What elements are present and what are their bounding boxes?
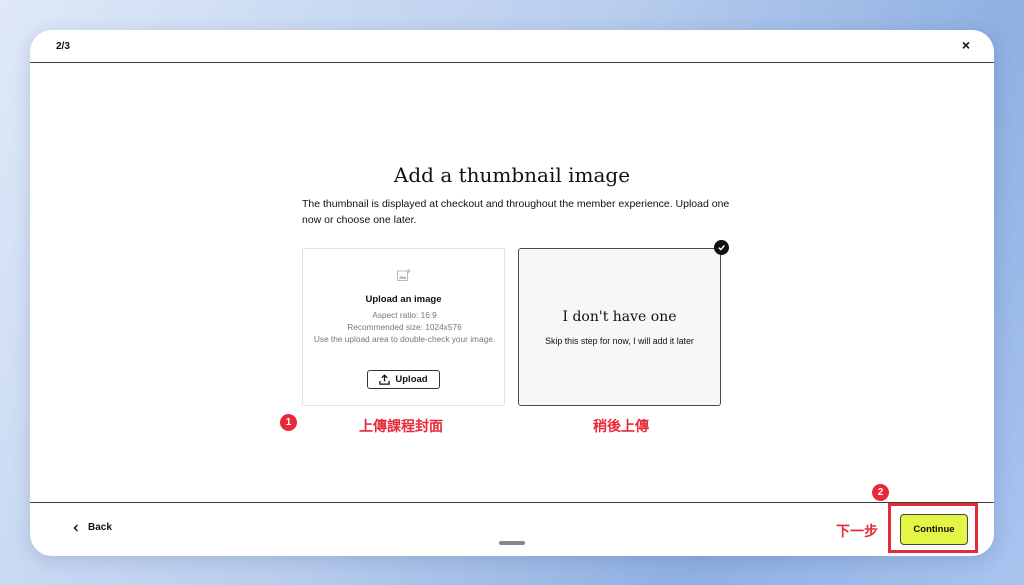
no-thumbnail-card[interactable]: I don't have one Skip this step for now,…: [518, 248, 721, 406]
step-indicator: 2/3: [56, 41, 70, 52]
image-icon: [397, 269, 411, 281]
upload-button[interactable]: Upload: [367, 370, 440, 389]
modal-header: 2/3 ×: [30, 30, 994, 63]
annotation-badge-1: 1: [280, 414, 297, 431]
page-description: The thumbnail is displayed at checkout a…: [302, 198, 730, 226]
no-thumbnail-subtitle: Skip this step for now, I will add it la…: [545, 336, 694, 346]
annotation-next-step: 下一步: [836, 523, 878, 539]
upload-hint-text: Use the upload area to double-check your…: [313, 334, 496, 344]
annotation-upload-later: 稍後上傳: [593, 418, 649, 434]
scroll-handle[interactable]: [499, 541, 525, 545]
upload-image-card[interactable]: Upload an image Aspect ratio: 16:9 Recom…: [302, 248, 505, 406]
page-title: Add a thumbnail image: [393, 163, 631, 187]
upload-icon: [379, 374, 391, 385]
back-button[interactable]: Back: [72, 522, 112, 533]
upload-card-title: Upload an image: [365, 294, 442, 305]
upload-button-label: Upload: [395, 374, 428, 385]
annotation-badge-2: 2: [872, 484, 889, 501]
no-thumbnail-title: I don't have one: [562, 309, 677, 325]
chevron-left-icon: [73, 524, 78, 531]
continue-highlight-box: [888, 503, 978, 553]
checkmark-icon: [714, 240, 729, 255]
close-icon[interactable]: ×: [962, 37, 970, 53]
footer-divider: [30, 502, 994, 503]
recommended-size-text: Recommended size: 1024x576: [347, 322, 462, 332]
back-label: Back: [88, 522, 112, 533]
annotation-upload-cover: 上傳課程封面: [359, 418, 443, 434]
aspect-ratio-text: Aspect ratio: 16:9: [372, 310, 437, 320]
onboarding-modal: 2/3 × Add a thumbnail image The thumbnai…: [30, 30, 994, 556]
